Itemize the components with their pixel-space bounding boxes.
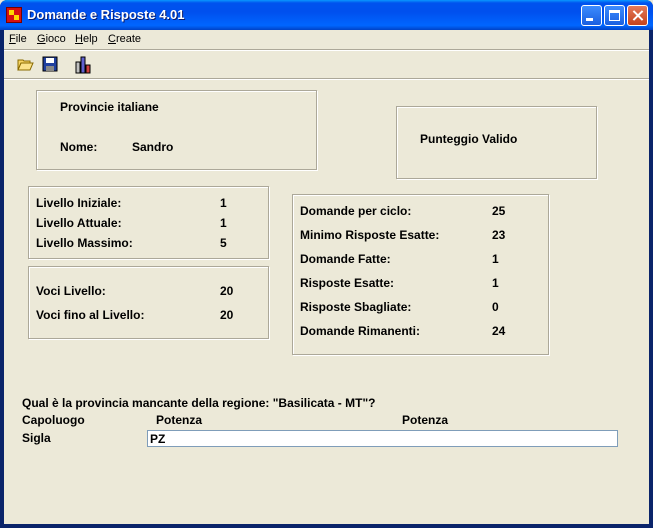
maximize-button[interactable] (604, 5, 625, 26)
save-button[interactable] (39, 53, 62, 76)
open-folder-icon (17, 59, 34, 71)
sigla-label: Sigla (22, 431, 51, 445)
level-value: 1 (220, 216, 227, 230)
capoluogo-value: Potenza (156, 413, 203, 427)
menu-create[interactable]: Create (108, 33, 141, 45)
stat-label: Minimo Risposte Esatte: (300, 228, 440, 242)
capoluogo-answer: Potenza (402, 413, 449, 427)
stat-value: 23 (492, 228, 506, 242)
save-disk-icon (42, 56, 58, 72)
menu-help[interactable]: Help (75, 33, 98, 45)
sigla-input[interactable]: PZ (147, 430, 618, 447)
voci-value: 20 (220, 308, 234, 322)
category-label: Provincie italiane (60, 100, 159, 114)
stat-label: Domande Fatte: (300, 252, 391, 266)
title-bar[interactable]: Domande e Risposte 4.01 (0, 0, 653, 30)
close-button[interactable] (627, 5, 648, 26)
voci-panel: Voci Livello: 20 Voci fino al Livello: 2… (28, 266, 269, 339)
window-title: Domande e Risposte 4.01 (27, 7, 185, 22)
minimize-button[interactable] (581, 5, 602, 26)
voci-value: 20 (220, 284, 234, 298)
levels-panel: Livello Iniziale: 1 Livello Attuale: 1 L… (28, 186, 269, 259)
stat-value: 24 (492, 324, 506, 338)
stat-label: Risposte Esatte: (300, 276, 395, 290)
level-label: Livello Attuale: (36, 216, 122, 230)
app-window: Domande e Risposte 4.01 File Gioco Help … (0, 0, 653, 528)
level-value: 1 (220, 196, 227, 210)
stat-value: 25 (492, 204, 506, 218)
level-value: 5 (220, 236, 227, 250)
stat-label: Domande Rimanenti: (300, 324, 421, 338)
level-label: Livello Massimo: (36, 236, 133, 250)
name-value: Sandro (132, 140, 174, 154)
menu-gioco[interactable]: Gioco (37, 33, 66, 45)
voci-label: Voci Livello: (36, 284, 106, 298)
name-label: Nome: (60, 140, 98, 154)
info-panel: Provincie italiane Nome: Sandro (36, 90, 317, 170)
stats-panel: Domande per ciclo: 25 Minimo Risposte Es… (292, 194, 549, 355)
level-label: Livello Iniziale: (36, 196, 122, 210)
stats-button[interactable] (71, 53, 94, 76)
toolbar-separator (4, 78, 649, 80)
voci-label: Voci fino al Livello: (36, 308, 145, 322)
capoluogo-label: Capoluogo (22, 413, 85, 427)
client-area: File Gioco Help Create Provincie italian… (4, 30, 649, 524)
menu-separator (4, 49, 649, 51)
menu-bar: File Gioco Help Create (4, 30, 649, 49)
stats-icon (75, 56, 91, 74)
stat-value: 1 (492, 252, 499, 266)
menu-file[interactable]: File (9, 33, 27, 45)
app-icon[interactable] (6, 7, 22, 23)
question-text: Qual è la provincia mancante della regio… (22, 396, 376, 410)
stat-label: Risposte Sbagliate: (300, 300, 412, 314)
stat-value: 1 (492, 276, 499, 290)
score-label: Punteggio Valido (420, 132, 518, 146)
open-button[interactable] (14, 53, 37, 76)
stat-label: Domande per ciclo: (300, 204, 412, 218)
stat-value: 0 (492, 300, 499, 314)
score-panel: Punteggio Valido (396, 106, 597, 179)
